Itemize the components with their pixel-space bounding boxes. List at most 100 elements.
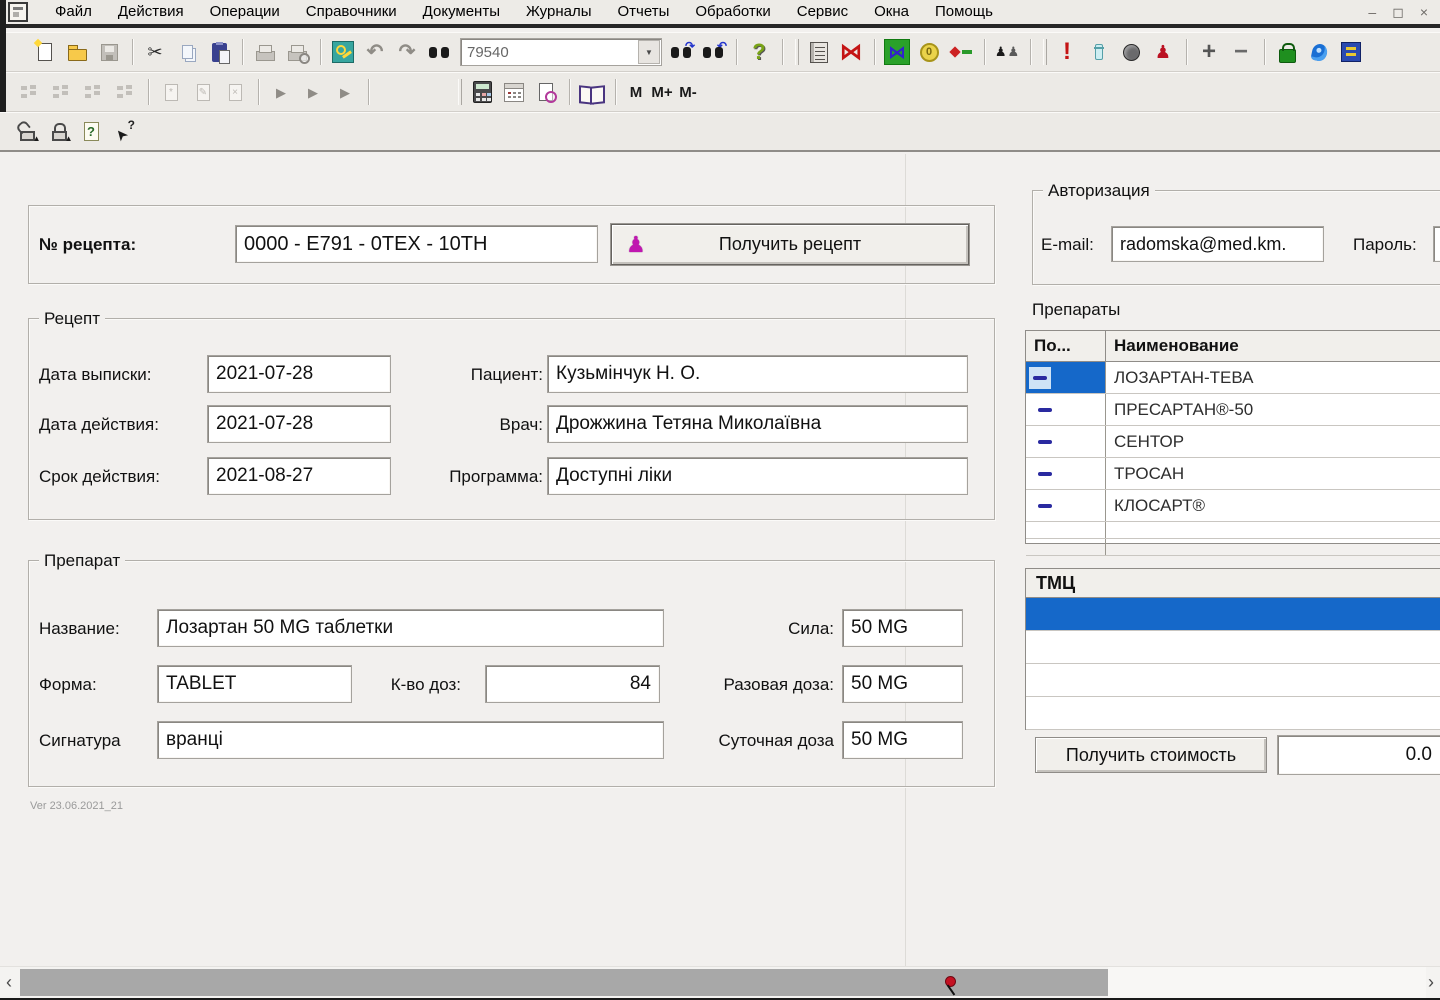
hierarchy-list-button[interactable] — [14, 77, 44, 107]
guide-button[interactable] — [577, 77, 607, 107]
menu-operations[interactable]: Операции — [197, 0, 293, 26]
signature-field[interactable]: вранці — [157, 721, 664, 759]
coin-button[interactable] — [914, 37, 944, 67]
strength-field[interactable]: 50 MG — [842, 609, 963, 647]
drug-row-selected[interactable]: ЛОЗАРТАН-ТЕВА — [1026, 362, 1440, 394]
urgent-button[interactable]: ! — [1052, 37, 1082, 67]
flame-button[interactable] — [1304, 37, 1334, 67]
run-button[interactable]: ▶ — [266, 77, 296, 107]
delete-row-button[interactable]: × — [220, 77, 250, 107]
menu-actions[interactable]: Действия — [105, 0, 197, 26]
find-previous-button[interactable]: ↶ — [698, 37, 728, 67]
lock-button[interactable] — [44, 117, 74, 147]
column-header-received[interactable]: По... — [1026, 331, 1106, 361]
calculator-button[interactable] — [467, 77, 497, 107]
tmc-row[interactable] — [1026, 697, 1440, 730]
combobox-dropdown-button[interactable]: ▼ — [638, 40, 660, 64]
run-document-button[interactable]: ▶ — [330, 77, 360, 107]
redo-button[interactable]: ↷ — [392, 37, 422, 67]
drug-row[interactable]: КЛОСАРТ® — [1026, 490, 1440, 522]
tmc-row[interactable] — [1026, 664, 1440, 697]
tmc-row[interactable] — [1026, 631, 1440, 664]
search-combobox[interactable]: 79540 ▼ — [460, 38, 662, 66]
menu-reports[interactable]: Отчеты — [605, 0, 683, 26]
print-preview-button[interactable] — [282, 37, 312, 67]
red-bow-button[interactable]: ⋈ — [836, 37, 866, 67]
menu-processing[interactable]: Обработки — [682, 0, 783, 26]
menu-help[interactable]: Помощь — [922, 0, 1006, 26]
cost-value-field[interactable]: 0.0 — [1277, 735, 1440, 775]
menu-service[interactable]: Сервис — [784, 0, 861, 26]
date-effective-field[interactable]: 2021-07-28 — [207, 405, 391, 443]
help-button[interactable]: ? — [744, 37, 774, 67]
unlock-button[interactable] — [12, 117, 42, 147]
form-field[interactable]: TABLET — [157, 665, 352, 703]
memory-button[interactable]: M — [623, 84, 649, 101]
date-expiry-field[interactable]: 2021-08-27 — [207, 457, 391, 495]
menu-journals[interactable]: Журналы — [513, 0, 605, 26]
list-levels-button[interactable] — [78, 77, 108, 107]
vial-button[interactable] — [1084, 37, 1114, 67]
password-field[interactable] — [1433, 226, 1440, 262]
patient-button[interactable]: ♟ — [1148, 37, 1178, 67]
add-button[interactable]: + — [1194, 37, 1224, 67]
doctor-field[interactable]: Дрожжина Тетяна Миколаївна — [547, 405, 968, 443]
get-cost-button[interactable]: Получить стоимость — [1035, 737, 1267, 773]
edit-row-button[interactable]: ✎ — [188, 77, 218, 107]
date-issued-field[interactable]: 2021-07-28 — [207, 355, 391, 393]
scroll-left-arrow[interactable]: ‹ — [0, 967, 18, 998]
calendar-button[interactable] — [499, 77, 529, 107]
program-field[interactable]: Доступні ліки — [547, 457, 968, 495]
cut-button[interactable]: ✂ — [140, 37, 170, 67]
help-topic-button[interactable]: ? — [76, 117, 106, 147]
get-recipe-button[interactable]: ♟ Получить рецепт — [611, 224, 969, 265]
drug-name-field[interactable]: Лозартан 50 MG таблетки — [157, 609, 664, 647]
run-step-button[interactable]: ▶ — [298, 77, 328, 107]
column-header-name[interactable]: Наименование — [1106, 331, 1440, 361]
remove-button[interactable]: − — [1226, 37, 1256, 67]
patient-field[interactable]: Кузьмінчук Н. О. — [547, 355, 968, 393]
find-button[interactable] — [424, 37, 454, 67]
table-settings-button[interactable] — [328, 37, 358, 67]
minimize-button[interactable]: – — [1368, 5, 1376, 19]
drug-row[interactable]: ТРОСАН — [1026, 458, 1440, 490]
hierarchy-view-button[interactable] — [46, 77, 76, 107]
doses-field[interactable]: 84 — [485, 665, 660, 703]
open-button[interactable] — [62, 37, 92, 67]
globe-button[interactable] — [1116, 37, 1146, 67]
persons-button[interactable]: ♟♟ — [992, 37, 1022, 67]
green-bow-button[interactable]: ⋈ — [882, 37, 912, 67]
recipe-number-input[interactable]: 0000 - E791 - 0TEX - 10TH — [235, 225, 598, 263]
single-dose-field[interactable]: 50 MG — [842, 665, 963, 703]
menu-documents[interactable]: Документы — [410, 0, 513, 26]
bag-button[interactable] — [1272, 37, 1302, 67]
save-button[interactable] — [94, 37, 124, 67]
daily-dose-field[interactable]: 50 MG — [842, 721, 963, 759]
email-field[interactable]: radomska@med.km. — [1111, 226, 1324, 262]
print-button[interactable] — [250, 37, 280, 67]
horizontal-scrollbar[interactable]: ‹ › — [0, 966, 1440, 999]
context-help-button[interactable]: ➤ ? — [108, 117, 138, 147]
scroll-track[interactable] — [1108, 967, 1426, 998]
restore-button[interactable]: ◻ — [1392, 5, 1404, 19]
scroll-right-arrow[interactable]: › — [1422, 967, 1440, 998]
move-item-button[interactable] — [110, 77, 140, 107]
menu-file[interactable]: Файл — [42, 0, 105, 26]
search-input[interactable]: 79540 — [461, 44, 638, 61]
undo-button[interactable]: ↶ — [360, 37, 390, 67]
menu-references[interactable]: Справочники — [293, 0, 410, 26]
menu-windows[interactable]: Окна — [861, 0, 922, 26]
drug-row[interactable]: СЕНТОР — [1026, 426, 1440, 458]
memory-subtract-button[interactable]: M- — [675, 84, 701, 101]
find-in-document-button[interactable] — [531, 77, 561, 107]
new-row-button[interactable]: * — [156, 77, 186, 107]
drug-row[interactable]: ПРЕСАРТАН®-50 — [1026, 394, 1440, 426]
cabinet-button[interactable] — [1336, 37, 1366, 67]
copy-button[interactable] — [172, 37, 202, 67]
tmc-row-selected[interactable] — [1026, 598, 1440, 631]
new-document-button[interactable] — [30, 37, 60, 67]
paste-button[interactable] — [204, 37, 234, 67]
plus-minus-button[interactable] — [946, 37, 976, 67]
close-button[interactable]: × — [1420, 5, 1428, 19]
memory-add-button[interactable]: M+ — [649, 84, 675, 101]
